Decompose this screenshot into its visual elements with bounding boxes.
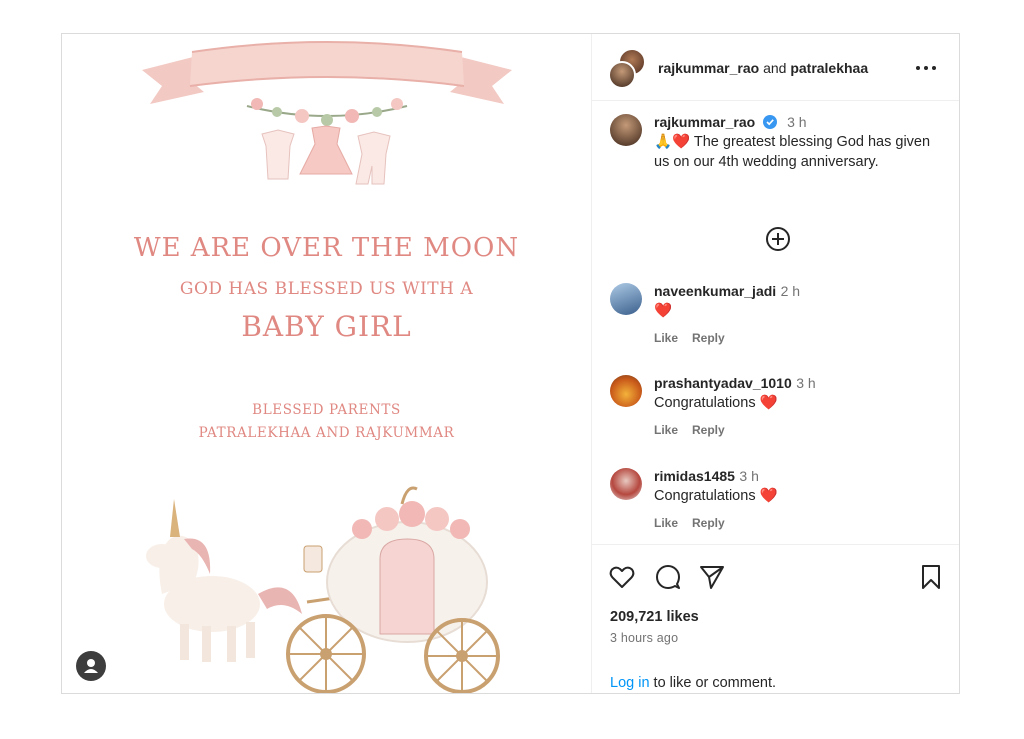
post-time: 3 hours ago [610, 631, 679, 645]
avatar[interactable] [610, 468, 642, 500]
user-icon [84, 659, 98, 673]
comment: prashantyadav_1010 3 h Congratulations ❤… [592, 375, 959, 455]
post-dialog: WE ARE OVER THE MOON GOD HAS BLESSED US … [61, 33, 960, 694]
ribbon-banner [142, 41, 512, 104]
authors-joiner: and [763, 60, 787, 76]
more-options-button[interactable] [916, 57, 940, 77]
comment-time: 3 h [796, 375, 816, 391]
tagged-users-button[interactable] [76, 651, 106, 681]
comment-body: prashantyadav_1010 3 h Congratulations ❤… [654, 375, 939, 437]
like-comment-button[interactable]: Like [654, 423, 678, 437]
author-link[interactable]: rajkummar_rao [658, 60, 759, 76]
heart-icon [609, 566, 635, 588]
caption-text: 🙏❤️ The greatest blessing God has given … [654, 134, 931, 170]
post-authors: rajkummar_rao and patralekhaa [658, 60, 868, 76]
avatar[interactable] [610, 114, 642, 146]
caption-body: rajkummar_rao 3 h 🙏❤️ The greatest bless… [654, 114, 939, 172]
author-link[interactable]: patralekhaa [790, 60, 868, 76]
like-comment-button[interactable]: Like [654, 516, 678, 530]
share-button[interactable] [698, 563, 726, 591]
comment-time: 3 h [739, 468, 759, 484]
reply-button[interactable]: Reply [692, 423, 725, 437]
caption-username[interactable]: rajkummar_rao [654, 114, 755, 130]
like-button[interactable] [608, 563, 636, 591]
comment-username[interactable]: prashantyadav_1010 [654, 375, 792, 391]
comment-button[interactable] [654, 563, 682, 591]
comment-text: ❤️ [654, 303, 673, 319]
comment-body: rimidas1485 3 h Congratulations ❤️ Like R… [654, 468, 939, 530]
card-illustration [142, 41, 512, 693]
avatar [608, 61, 636, 89]
card-title: WE ARE OVER THE MOON [133, 233, 520, 263]
comment-text: Congratulations ❤️ [654, 395, 778, 411]
caption-time: 3 h [787, 114, 807, 130]
save-button[interactable] [917, 563, 945, 591]
comment-text: Congratulations ❤️ [654, 488, 778, 504]
unicorn [146, 499, 302, 662]
load-more-comments-button[interactable] [765, 226, 791, 252]
comment-username[interactable]: naveenkumar_jadi [654, 283, 776, 299]
post-image[interactable]: WE ARE OVER THE MOON GOD HAS BLESSED US … [62, 34, 592, 693]
card-parents-names: PATRALEKHAA AND RAJKUMMAR [198, 425, 455, 441]
reply-button[interactable]: Reply [692, 516, 725, 530]
comment: naveenkumar_jadi 2 h ❤️ Like Reply [592, 283, 959, 363]
avatar[interactable] [610, 375, 642, 407]
avatar[interactable] [610, 283, 642, 315]
pumpkin-carriage [286, 486, 500, 693]
comment: rimidas1485 3 h Congratulations ❤️ Like R… [592, 468, 959, 548]
comment-username[interactable]: rimidas1485 [654, 468, 735, 484]
avatar-stack[interactable] [608, 48, 646, 89]
login-link[interactable]: Log in [610, 675, 650, 691]
like-comment-button[interactable]: Like [654, 331, 678, 345]
login-prompt: Log in to like or comment. [610, 675, 776, 691]
comment-time: 2 h [780, 283, 801, 299]
share-icon [700, 566, 724, 589]
card-subtitle: GOD HAS BLESSED US WITH A [179, 279, 474, 299]
verified-icon [762, 115, 777, 129]
post-actions: 209,721 likes 3 hours ago Log in to like… [592, 544, 959, 694]
card-headline: BABY GIRL [241, 310, 412, 343]
card-parents-label: BLESSED PARENTS [252, 402, 401, 418]
plus-circle-icon [766, 227, 790, 251]
reply-button[interactable]: Reply [692, 331, 725, 345]
comment-body: naveenkumar_jadi 2 h ❤️ Like Reply [654, 283, 939, 345]
post-side-panel: rajkummar_rao and patralekhaa rajkummar_… [592, 34, 959, 693]
bookmark-icon [922, 565, 940, 589]
flower-garland [246, 98, 408, 185]
likes-count[interactable]: 209,721 likes [610, 609, 699, 625]
comment-icon [656, 565, 680, 589]
post-header: rajkummar_rao and patralekhaa [592, 34, 959, 101]
login-prompt-text: to like or comment. [649, 675, 777, 691]
